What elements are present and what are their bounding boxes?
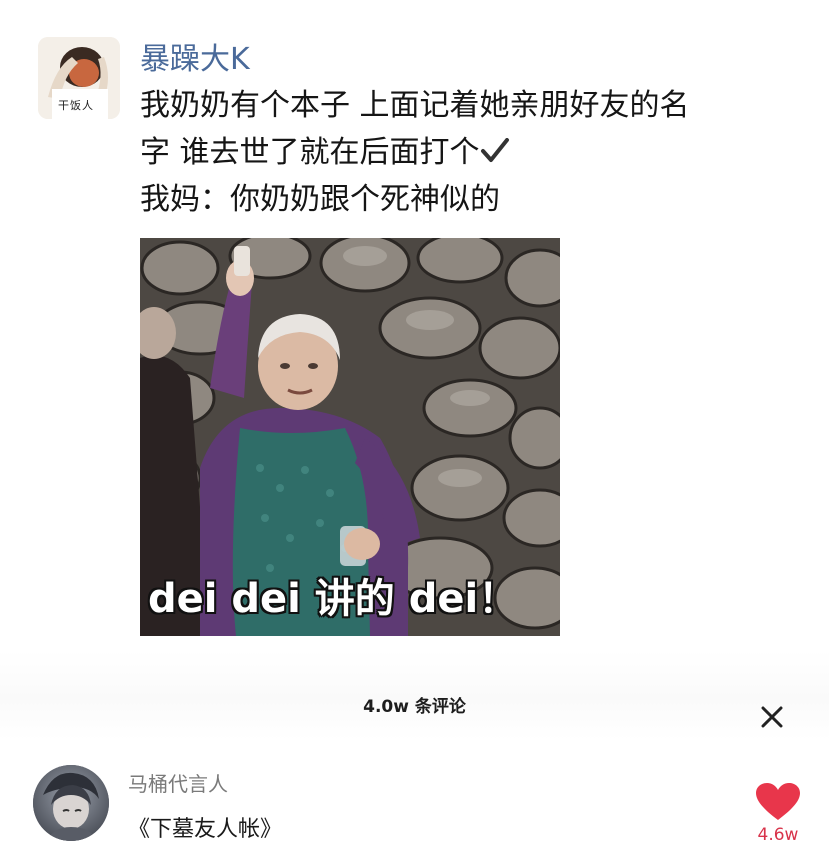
close-button[interactable] [755, 700, 789, 734]
comment-count: 4.0w 条评论 [363, 697, 466, 717]
comment-avatar-illustration [33, 765, 109, 841]
post-username[interactable]: 暴躁大K [140, 40, 250, 80]
post-text-line: 字 谁去世了就在后面打个 [140, 129, 810, 176]
post-text: 我奶奶有个本子 上面记着她亲朋好友的名 字 谁去世了就在后面打个 我妈：你奶奶跟… [140, 82, 810, 223]
post-text-line: 我妈：你奶奶跟个死神似的 [140, 182, 500, 217]
comment-avatar[interactable] [33, 765, 109, 841]
heart-icon [756, 783, 800, 820]
meme-image[interactable]: dei dei 讲的 dei！ [140, 238, 560, 636]
like-button[interactable]: 4.6w [752, 782, 804, 846]
comment-text: 《下墓友人帐》 [128, 817, 283, 842]
like-count: 4.6w [757, 825, 799, 845]
avatar-caption: 干饭人 [58, 99, 94, 112]
comment-author[interactable]: 马桶代言人 [128, 768, 228, 797]
close-icon [761, 706, 783, 728]
post-text-line: 我奶奶有个本子 上面记着她亲朋好友的名 [140, 88, 690, 123]
meme-caption: dei dei 讲的 dei！ [148, 576, 519, 622]
post-text-segment: 字 谁去世了就在后面打个 [140, 135, 480, 170]
post-avatar[interactable]: 干饭人 [38, 37, 120, 119]
checkmark-icon [480, 129, 510, 176]
